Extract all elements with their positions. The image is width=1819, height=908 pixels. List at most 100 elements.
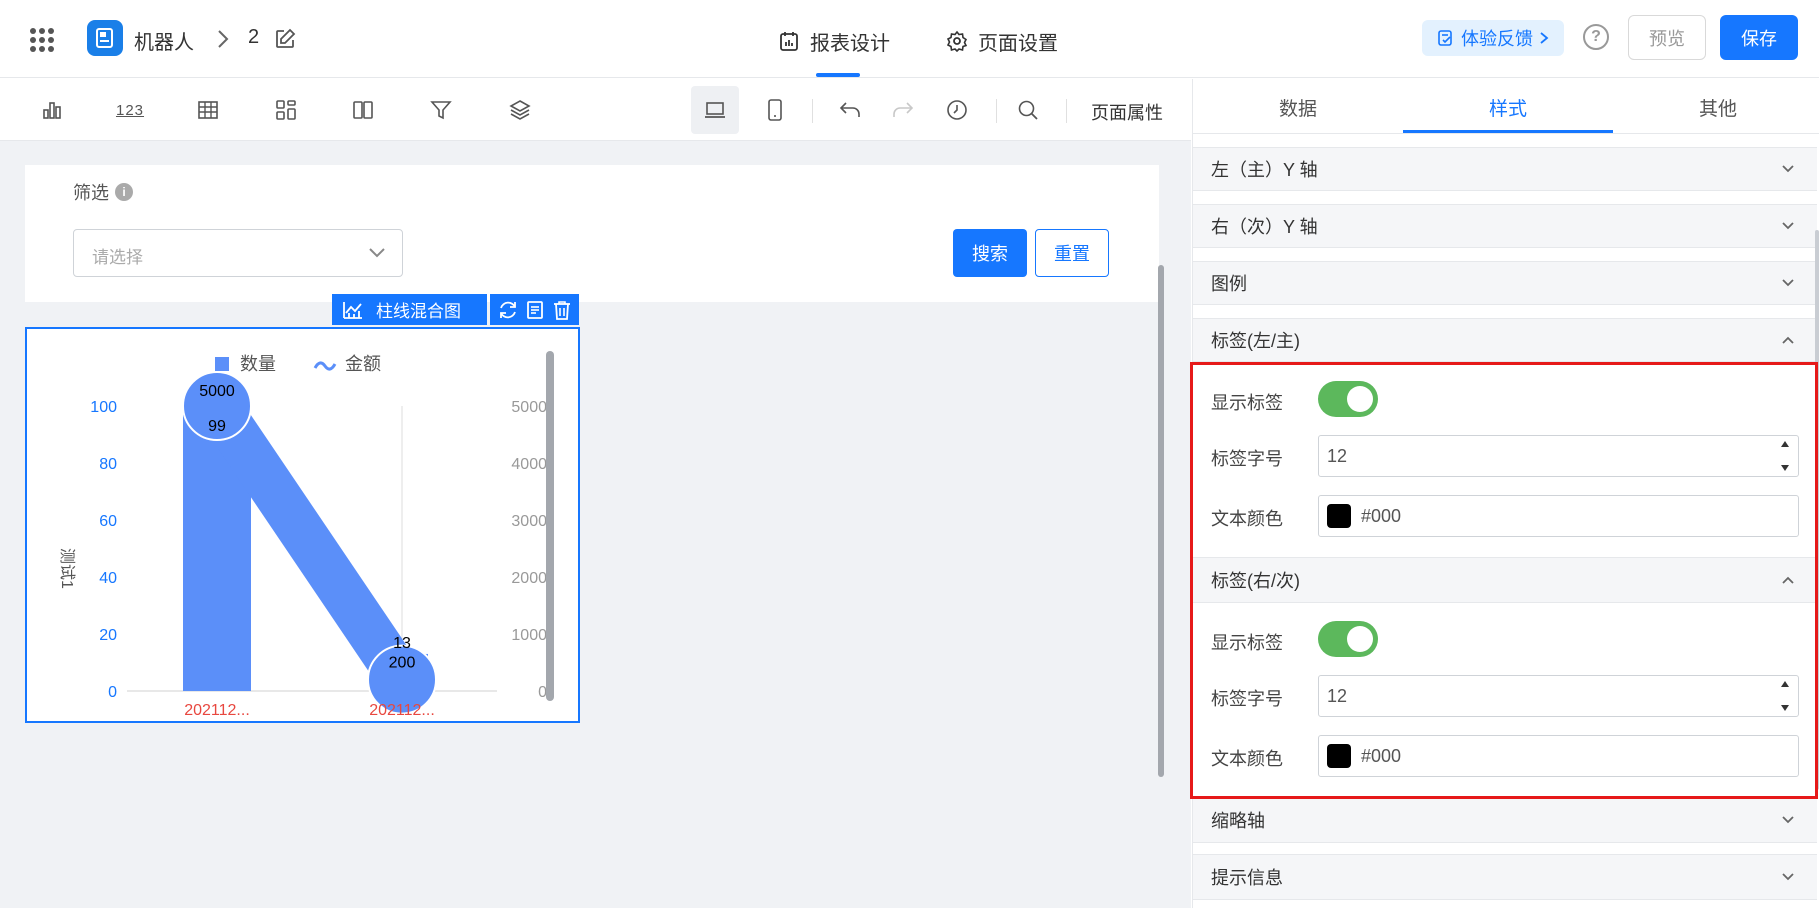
feedback-button[interactable]: 体验反馈 [1422, 20, 1564, 56]
chart-type-tag[interactable]: 柱线混合图 [332, 294, 487, 325]
edit-icon[interactable] [274, 28, 296, 50]
left-axis-tick-label: 100 [90, 399, 117, 416]
section-label-left[interactable]: 标签(左/主) [1193, 318, 1817, 362]
section-legend[interactable]: 图例 [1193, 261, 1817, 305]
text-color-input-right[interactable]: #000 [1318, 735, 1799, 777]
font-size-value: 12 [1327, 686, 1348, 706]
tab-report-design[interactable]: 报表设计 [778, 26, 890, 56]
refresh-icon[interactable] [497, 299, 519, 321]
preview-button[interactable]: 预览 [1628, 15, 1706, 60]
combo-chart-icon [343, 301, 362, 319]
redo-icon [893, 102, 914, 117]
caret-down-icon[interactable] [1780, 704, 1790, 712]
filter-label: 筛选 i [73, 179, 133, 205]
chart-card[interactable]: 0 20 40 60 80 100 0 1000 2000 3000 4000 5000 5000 99 1… [25, 327, 580, 723]
text-color-label-text: 文本颜色 [1211, 749, 1283, 769]
text-color-input-left[interactable]: #000 [1318, 495, 1799, 537]
section-tooltip[interactable]: 提示信息 [1193, 854, 1817, 900]
properties-scrollbar[interactable] [1815, 230, 1819, 790]
legend-swatch-bar [215, 357, 229, 371]
chevron-down-icon [1782, 816, 1794, 824]
reset-button[interactable]: 重置 [1035, 229, 1109, 277]
layers-tool[interactable] [503, 93, 537, 127]
caret-down-icon[interactable] [1780, 464, 1790, 472]
right-axis-tick-label: 3000 [511, 513, 547, 530]
redo-tool[interactable] [886, 93, 920, 127]
combo-chart: 0204060801000100020003000400050005000991… [58, 354, 547, 719]
number-tool[interactable]: 123 [113, 93, 147, 127]
table-tool[interactable] [191, 93, 225, 127]
mobile-view-tool[interactable] [758, 93, 792, 127]
active-tab-indicator [1403, 130, 1613, 133]
chevron-down-icon [1782, 873, 1794, 881]
filter-select-placeholder: 请选择 [92, 248, 143, 267]
chevron-right-icon [1540, 32, 1549, 44]
caret-up-icon[interactable] [1780, 440, 1790, 448]
table-icon [198, 101, 218, 119]
number-stepper[interactable] [1780, 440, 1790, 472]
search-button[interactable]: 搜索 [953, 229, 1027, 277]
section-zoom-axis[interactable]: 缩略轴 [1193, 797, 1817, 843]
chart-scrollbar[interactable] [546, 351, 554, 701]
number-tool-label: 123 [115, 101, 145, 119]
font-size-input-right[interactable]: 12 [1318, 675, 1799, 717]
top-bar: 机器人 2 报表设计 页面设置 体验反馈 ? 预览 保存 [0, 0, 1819, 78]
toolbar-divider [1066, 99, 1067, 123]
layout-grid-tool[interactable] [269, 93, 303, 127]
number-stepper[interactable] [1780, 680, 1790, 712]
history-tool[interactable] [940, 93, 974, 127]
left-axis-tick-label: 80 [99, 456, 117, 473]
bar-chart-tool[interactable] [35, 93, 69, 127]
chart-actions [490, 294, 579, 325]
color-swatch[interactable] [1327, 744, 1351, 768]
trash-icon[interactable] [551, 299, 573, 321]
chevron-down-icon [1782, 165, 1794, 173]
font-size-value: 12 [1327, 446, 1348, 466]
filter-label-text: 筛选 [73, 183, 109, 203]
chevron-down-icon [1782, 222, 1794, 230]
copy-icon[interactable] [524, 299, 546, 321]
color-swatch[interactable] [1327, 504, 1351, 528]
section-title: 标签(右/次) [1211, 571, 1300, 591]
text-color-value: #000 [1361, 506, 1402, 526]
legend-label: 金额 [345, 354, 381, 374]
search-tool[interactable] [1011, 93, 1045, 127]
undo-tool[interactable] [833, 93, 867, 127]
layout-grid-icon [276, 100, 296, 120]
right-axis-tick-label: 5000 [511, 399, 547, 416]
help-icon[interactable]: ? [1583, 24, 1609, 50]
canvas-scrollbar[interactable] [1158, 265, 1164, 777]
desktop-view-tool[interactable] [691, 86, 739, 134]
info-icon[interactable]: i [115, 183, 133, 201]
caret-up-icon[interactable] [1780, 680, 1790, 688]
show-label-toggle-left[interactable] [1318, 381, 1378, 417]
filter-select[interactable]: 请选择 [73, 229, 403, 277]
feedback-label: 体验反馈 [1461, 29, 1533, 49]
save-button[interactable]: 保存 [1720, 15, 1798, 60]
apps-grid-icon[interactable] [30, 28, 54, 52]
tab-other[interactable]: 其他 [1613, 94, 1819, 121]
properties-tabs: 数据 样式 其他 [1193, 79, 1819, 134]
tab-page-settings[interactable]: 页面设置 [946, 26, 1058, 56]
section-left-y-axis[interactable]: 左（主）Y 轴 [1193, 147, 1817, 191]
font-size-input-left[interactable]: 12 [1318, 435, 1799, 477]
search-icon [1018, 100, 1038, 120]
layers-icon [509, 100, 531, 120]
tab-data[interactable]: 数据 [1193, 94, 1403, 121]
show-label-toggle-right[interactable] [1318, 621, 1378, 657]
chevron-down-icon [1782, 279, 1794, 287]
active-tab-indicator [816, 73, 860, 77]
section-label-right[interactable]: 标签(右/次) [1193, 557, 1817, 603]
text-color-label-text: 文本颜色 [1211, 509, 1283, 529]
legend-label: 数量 [240, 354, 276, 374]
app-name[interactable]: 机器人 [134, 26, 194, 55]
app-logo-icon [87, 20, 123, 56]
chevron-down-icon [369, 248, 385, 258]
columns-tool[interactable] [346, 93, 380, 127]
page-properties-button[interactable]: 页面属性 [1091, 99, 1163, 125]
tab-style[interactable]: 样式 [1403, 94, 1613, 121]
section-title: 标签(左/主) [1211, 331, 1300, 351]
toolbar: 123 页面属性 [0, 79, 1191, 141]
filter-tool[interactable] [424, 93, 458, 127]
section-right-y-axis[interactable]: 右（次）Y 轴 [1193, 204, 1817, 248]
